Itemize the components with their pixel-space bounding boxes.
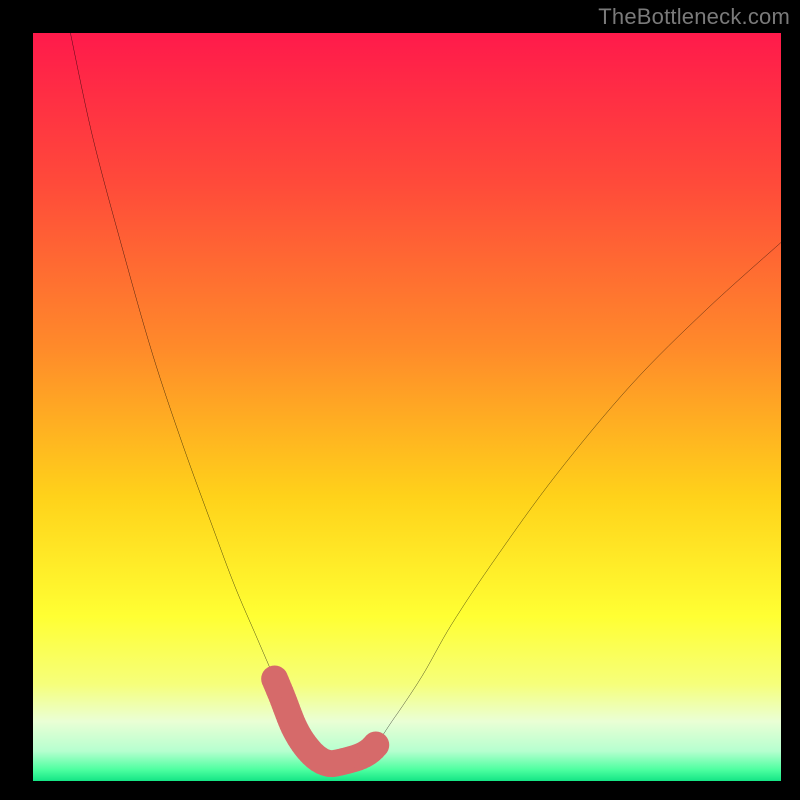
trough-dot [362,732,389,759]
gradient-rect [33,33,781,781]
watermark-text: TheBottleneck.com [598,4,790,30]
bottleneck-chart [33,33,781,781]
chart-stage: TheBottleneck.com [0,0,800,800]
